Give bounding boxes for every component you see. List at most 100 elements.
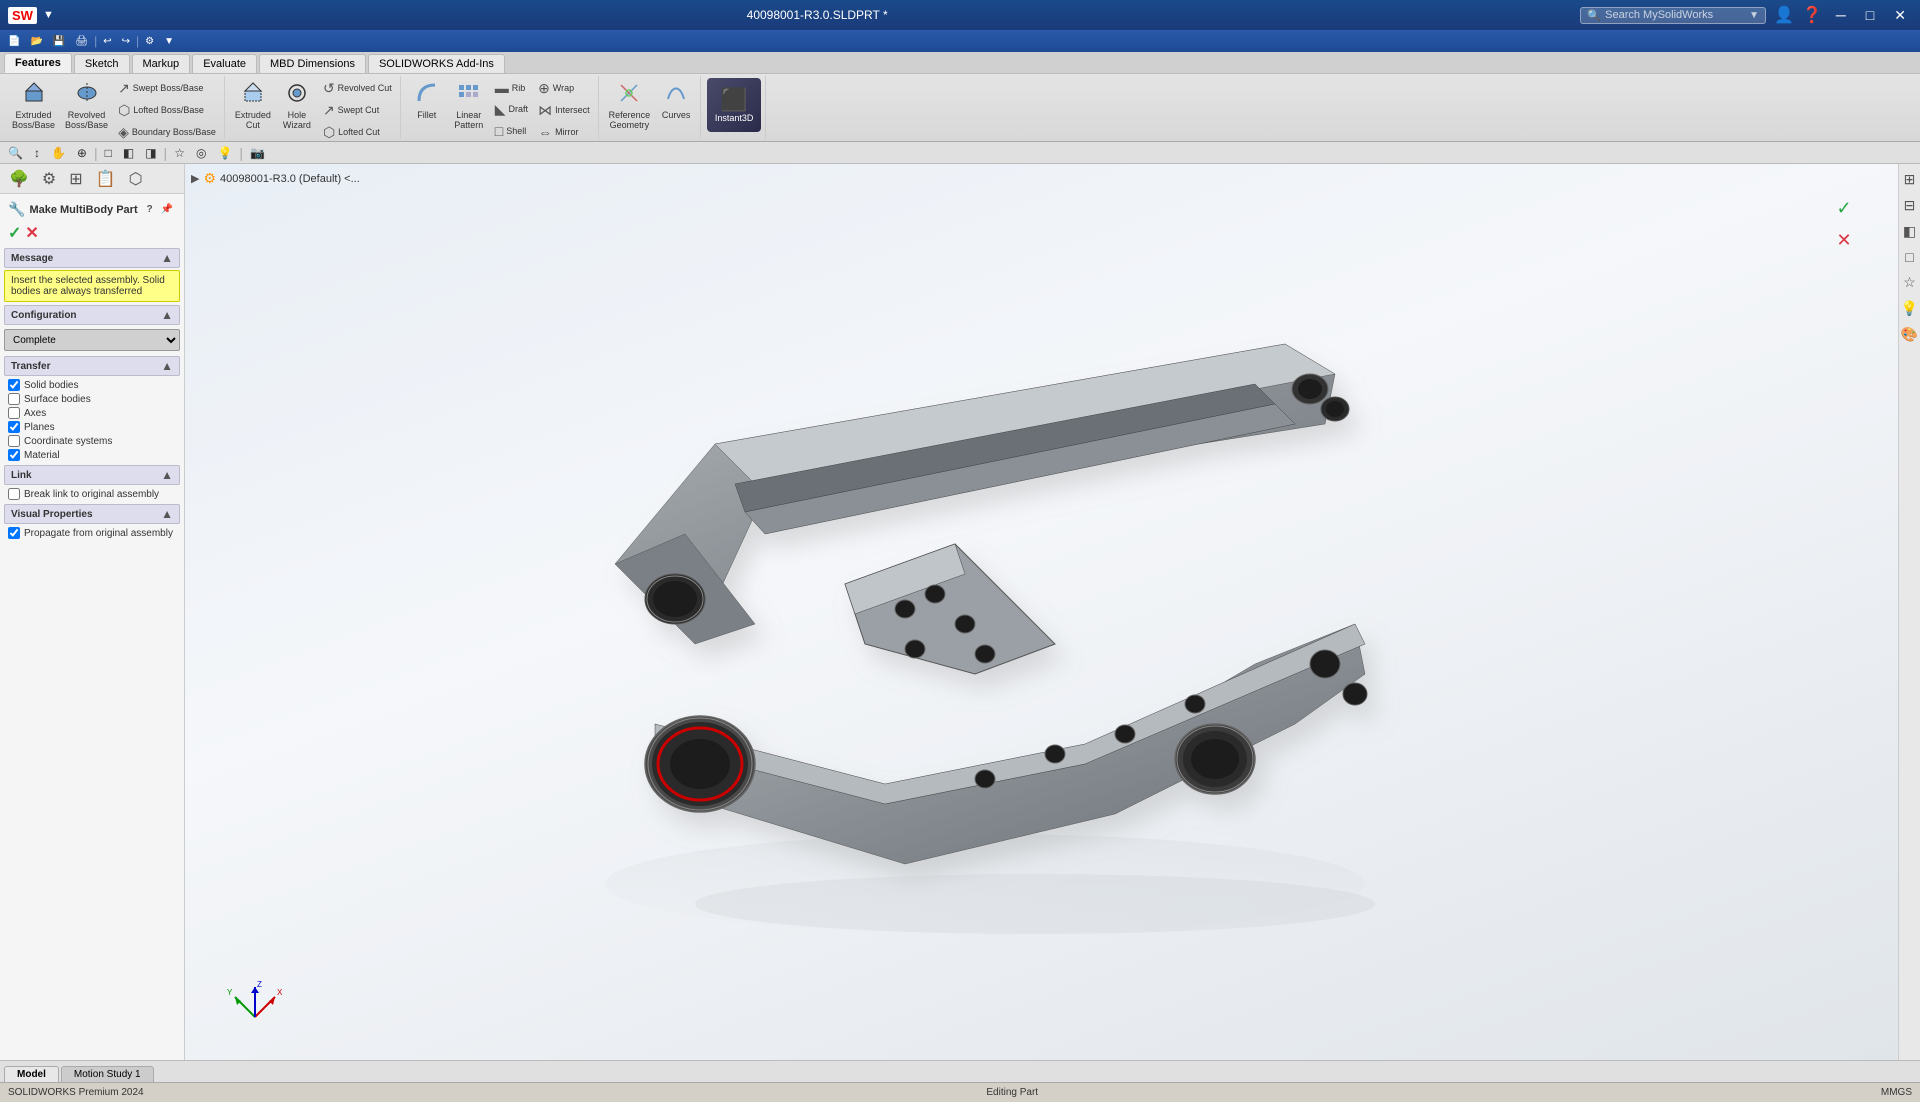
swept-boss-base-button[interactable]: ↗ Swept Boss/Base xyxy=(114,78,220,99)
fillet-button[interactable]: Fillet xyxy=(407,78,447,124)
close-button[interactable]: ✕ xyxy=(1888,5,1912,26)
swept-boss-base-label: Swept Boss/Base xyxy=(133,83,204,93)
new-button[interactable]: 📄 xyxy=(4,35,24,48)
intersect-button[interactable]: ⋈ Intersect xyxy=(534,100,594,121)
tab-markup[interactable]: Markup xyxy=(132,54,191,73)
vp-rotate[interactable]: ↕ xyxy=(30,145,44,161)
extruded-boss-base-label: ExtrudedBoss/Base xyxy=(12,111,55,131)
config-section-header[interactable]: Configuration ▲ xyxy=(4,305,180,325)
redo-button[interactable]: ↪ xyxy=(118,35,134,48)
undo-button[interactable]: ↩ xyxy=(99,35,115,48)
vp-display-style[interactable]: □ xyxy=(101,145,116,161)
boundary-boss-base-button[interactable]: ◈ Boundary Boss/Base xyxy=(114,122,220,141)
right-display-icon[interactable]: □ xyxy=(1902,246,1916,268)
draft-button[interactable]: ◣ Draft xyxy=(491,99,532,120)
vp-zoom[interactable]: ⊕ xyxy=(73,145,91,161)
swept-cut-label: Swept Cut xyxy=(338,105,380,115)
hole-wizard-icon xyxy=(285,81,309,109)
vp-lighting[interactable]: 💡 xyxy=(213,145,236,161)
swept-cut-button[interactable]: ↗ Swept Cut xyxy=(319,100,396,121)
curves-button[interactable]: Curves xyxy=(656,78,696,124)
linear-pattern-button[interactable]: LinearPattern xyxy=(449,78,489,134)
viewport[interactable]: ▶ ⚙ 40098001-R3.0 (Default) <... xyxy=(185,164,1898,1060)
right-view-2-icon[interactable]: ⊟ xyxy=(1901,194,1919,217)
reference-geometry-label: ReferenceGeometry xyxy=(609,111,651,131)
draft-label: Draft xyxy=(509,104,529,114)
link-section-label: Link xyxy=(11,470,32,481)
minimize-button[interactable]: ─ xyxy=(1830,5,1852,25)
panel-config-icon[interactable]: ⊞ xyxy=(64,167,87,191)
maximize-button[interactable]: □ xyxy=(1860,5,1880,25)
right-view-3-icon[interactable]: ◧ xyxy=(1900,220,1919,243)
rebuild-button[interactable]: ⚙ xyxy=(141,35,158,48)
solid-bodies-checkbox[interactable] xyxy=(8,379,20,391)
search-bar[interactable]: 🔍 ▼ xyxy=(1580,7,1766,24)
planes-checkbox[interactable] xyxy=(8,421,20,433)
right-appearance-icon[interactable]: 🎨 xyxy=(1898,323,1920,346)
right-scene-icon[interactable]: ☆ xyxy=(1900,271,1919,294)
vp-section[interactable]: ◧ xyxy=(119,145,138,161)
vp-view[interactable]: ◨ xyxy=(141,145,160,161)
ok-button[interactable]: ✓ xyxy=(8,223,21,243)
surface-bodies-label: Surface bodies xyxy=(24,394,91,405)
vp-pan[interactable]: ✋ xyxy=(47,145,70,161)
float-ok-button[interactable]: ✓ xyxy=(1830,194,1858,222)
save-button[interactable]: 💾 xyxy=(49,35,69,48)
tab-sketch[interactable]: Sketch xyxy=(74,54,130,73)
part-icon: ⚙ xyxy=(203,170,216,187)
panel-feature-tree-icon[interactable]: 🌳 xyxy=(4,167,34,191)
help-icon[interactable]: ❓ xyxy=(1802,5,1822,25)
panel-feature-icon: 🔧 xyxy=(8,201,25,218)
panel-custom-icon[interactable]: 📋 xyxy=(91,167,121,191)
mirror-button[interactable]: ⇔ Mirror xyxy=(534,122,594,141)
link-section-header[interactable]: Link ▲ xyxy=(4,465,180,485)
vp-scene[interactable]: ◎ xyxy=(192,145,210,161)
left-panel: 🌳 ⚙ ⊞ 📋 ⬡ 🔧 Make MultiBody Part ? 📌 ✓ xyxy=(0,164,185,1060)
extruded-cut-button[interactable]: ExtrudedCut xyxy=(231,78,275,134)
visual-props-section-header[interactable]: Visual Properties ▲ xyxy=(4,504,180,524)
revolved-cut-button[interactable]: ↺ Revolved Cut xyxy=(319,78,396,99)
vp-zoom-fit[interactable]: 🔍 xyxy=(4,145,27,161)
instant3d-button[interactable]: ⬛ Instant3D xyxy=(707,78,761,132)
panel-help-button[interactable]: ? xyxy=(143,203,155,216)
break-link-checkbox[interactable] xyxy=(8,488,20,500)
print-button[interactable]: 🖨 xyxy=(71,35,92,48)
message-section-header[interactable]: Message ▲ xyxy=(4,248,180,268)
panel-pin-button[interactable]: 📌 xyxy=(158,203,176,216)
config-select[interactable]: Complete Default xyxy=(4,329,180,351)
panel-properties-icon[interactable]: ⚙ xyxy=(37,167,61,191)
revolved-boss-base-button[interactable]: RevolvedBoss/Base xyxy=(61,78,112,134)
rib-button[interactable]: ▬ Rib xyxy=(491,78,532,98)
panel-more-icon[interactable]: ⬡ xyxy=(124,167,148,191)
coord-systems-checkbox[interactable] xyxy=(8,435,20,447)
search-input[interactable] xyxy=(1605,9,1745,21)
axes-checkbox[interactable] xyxy=(8,407,20,419)
propagate-checkbox[interactable] xyxy=(8,527,20,539)
shell-label: Shell xyxy=(506,126,526,136)
lofted-boss-base-button[interactable]: ⬡ Lofted Boss/Base xyxy=(114,100,220,121)
user-icon[interactable]: 👤 xyxy=(1774,5,1794,25)
wrap-button[interactable]: ⊕ Wrap xyxy=(534,78,594,99)
right-view-1-icon[interactable]: ⊞ xyxy=(1901,168,1919,191)
secondary-toolbar: 🔍 ↕ ✋ ⊕ | □ ◧ ◨ | ☆ ◎ 💡 | 📷 xyxy=(0,142,1920,164)
tab-mbd[interactable]: MBD Dimensions xyxy=(259,54,366,73)
vp-camera[interactable]: 📷 xyxy=(246,145,269,161)
cancel-button[interactable]: ✕ xyxy=(25,223,38,243)
tab-features[interactable]: Features xyxy=(4,53,72,73)
options-dropdown[interactable]: ▼ xyxy=(160,35,178,48)
float-cancel-button[interactable]: ✕ xyxy=(1830,226,1858,254)
lofted-cut-button[interactable]: ⬡ Lofted Cut xyxy=(319,122,396,141)
shell-button[interactable]: □ Shell xyxy=(491,121,532,141)
tab-addins[interactable]: SOLIDWORKS Add-Ins xyxy=(368,54,505,73)
tab-evaluate[interactable]: Evaluate xyxy=(192,54,257,73)
revolved-boss-base-icon xyxy=(75,81,99,109)
transfer-section-header[interactable]: Transfer ▲ xyxy=(4,356,180,376)
hole-wizard-button[interactable]: HoleWizard xyxy=(277,78,317,134)
surface-bodies-checkbox[interactable] xyxy=(8,393,20,405)
vp-appearance[interactable]: ☆ xyxy=(170,145,189,161)
open-button[interactable]: 📂 xyxy=(26,35,46,48)
right-lights-icon[interactable]: 💡 xyxy=(1898,297,1920,320)
reference-geometry-button[interactable]: ReferenceGeometry xyxy=(605,78,655,134)
extruded-boss-base-button[interactable]: ExtrudedBoss/Base xyxy=(8,78,59,134)
material-checkbox[interactable] xyxy=(8,449,20,461)
